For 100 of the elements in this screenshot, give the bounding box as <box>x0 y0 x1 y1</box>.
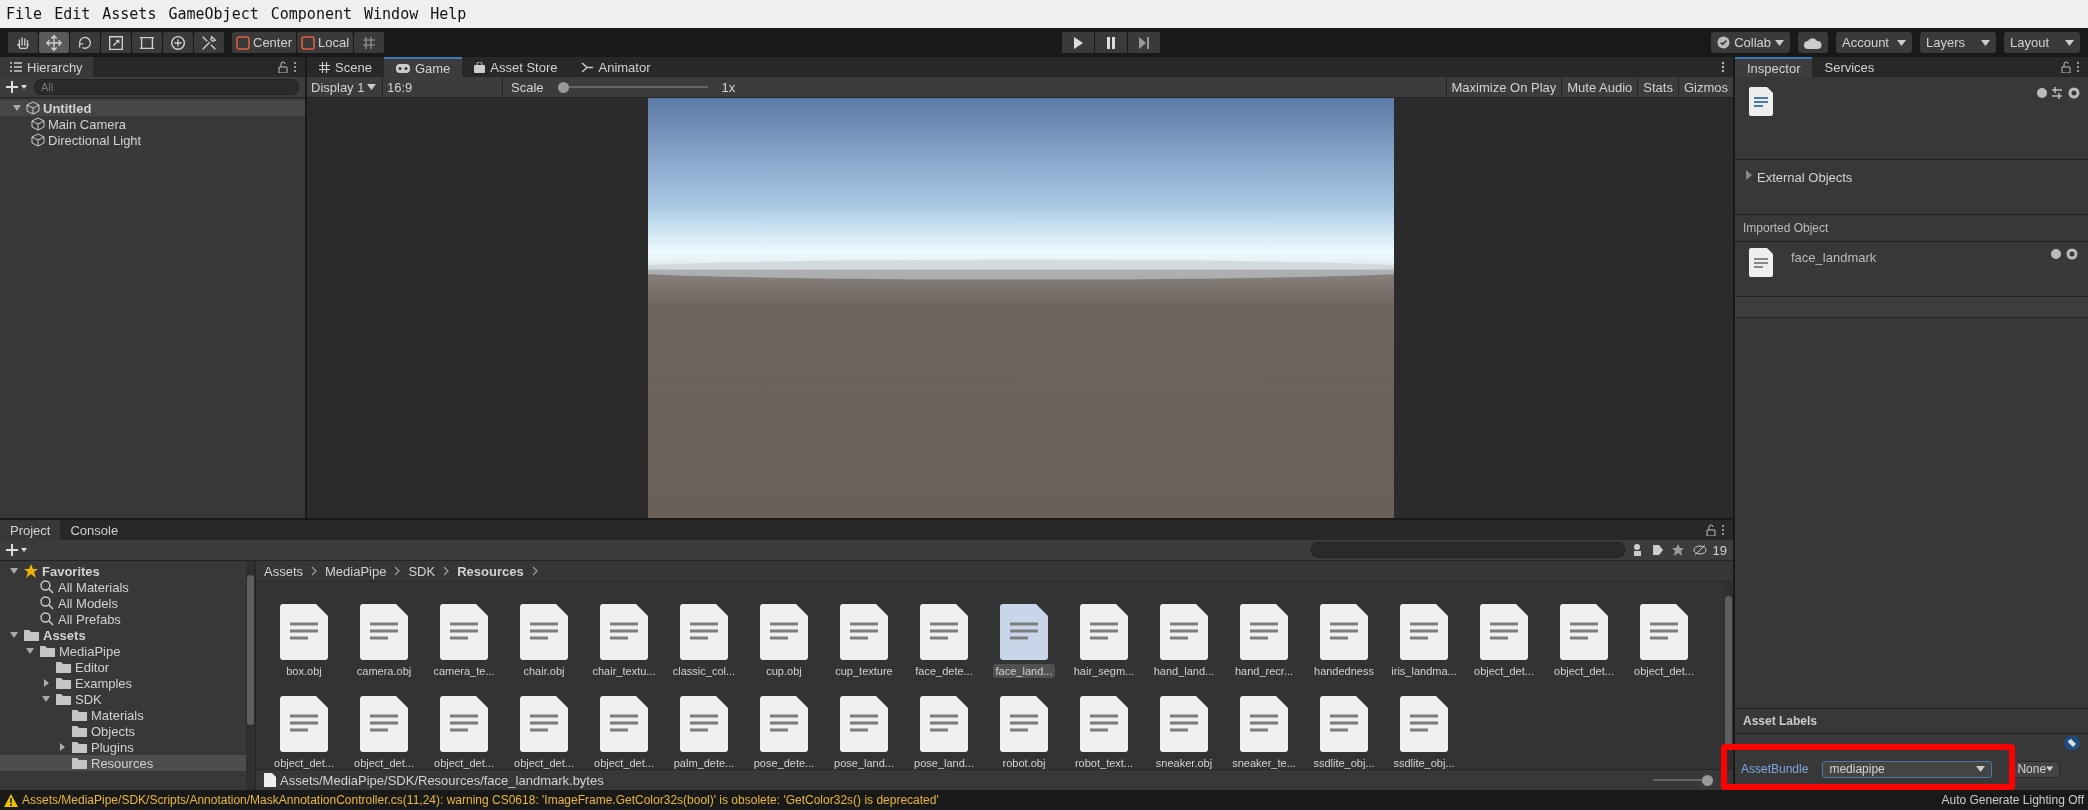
tool-button[interactable] <box>194 32 224 53</box>
aspect-dropdown[interactable]: 16:9 <box>383 77 503 97</box>
file-icon[interactable] <box>1160 696 1208 752</box>
tree-item[interactable]: All Models <box>58 595 118 611</box>
tree-item[interactable]: Plugins <box>91 739 134 755</box>
tree-item[interactable]: Favorites <box>42 563 100 579</box>
view-tab[interactable]: Asset Store <box>462 57 570 77</box>
tool-button[interactable] <box>39 32 69 53</box>
expand-arrow-icon[interactable] <box>24 647 36 655</box>
grid-snap-button[interactable] <box>354 32 385 53</box>
file-icon[interactable] <box>920 696 968 752</box>
scrollbar[interactable] <box>246 561 255 790</box>
file-icon[interactable] <box>1320 696 1368 752</box>
expand-arrow-icon[interactable] <box>11 104 23 112</box>
game-view-button[interactable]: Mute Audio <box>1561 77 1638 97</box>
tag-icon[interactable] <box>2064 736 2080 750</box>
file-icon[interactable] <box>680 604 728 660</box>
file-icon[interactable] <box>1320 604 1368 660</box>
file-icon[interactable] <box>1160 604 1208 660</box>
menu-item[interactable]: File <box>6 5 43 23</box>
file-icon[interactable] <box>1080 696 1128 752</box>
expand-arrow-icon[interactable] <box>8 567 20 575</box>
scrollbar[interactable] <box>1724 582 1733 769</box>
hierarchy-item[interactable]: Directional Light <box>48 132 142 148</box>
menu-item[interactable]: Window <box>364 5 419 23</box>
file-icon[interactable] <box>1000 604 1048 660</box>
pause-button[interactable] <box>1095 32 1128 53</box>
file-icon[interactable] <box>760 696 808 752</box>
expand-arrow-icon[interactable] <box>40 695 52 703</box>
menu-item[interactable]: Component <box>270 5 353 23</box>
file-icon[interactable] <box>1240 604 1288 660</box>
toolbar-dropdown[interactable]: Layout <box>2004 32 2080 53</box>
inspector-tab[interactable]: Inspector <box>1735 57 1813 77</box>
tree-item[interactable]: SDK <box>75 691 102 707</box>
tree-item[interactable]: Editor <box>75 659 109 675</box>
tool-button[interactable] <box>163 32 193 53</box>
hierarchy-item[interactable]: Untitled <box>43 100 92 116</box>
menu-item[interactable]: Edit <box>54 5 91 23</box>
file-icon[interactable] <box>1400 696 1448 752</box>
tool-button[interactable] <box>132 32 162 53</box>
tree-item[interactable]: All Prefabs <box>58 611 121 627</box>
toolbar-dropdown[interactable]: Layers <box>1920 32 1996 53</box>
header-icons[interactable] <box>2036 87 2080 99</box>
file-icon[interactable] <box>1480 604 1528 660</box>
menu-item[interactable]: GameObject <box>168 5 259 23</box>
tree-item[interactable]: All Materials <box>58 579 129 595</box>
view-tab[interactable]: Game <box>383 57 463 77</box>
menu-item[interactable]: Assets <box>102 5 157 23</box>
file-icon[interactable] <box>1640 604 1688 660</box>
search-field[interactable] <box>1310 542 1625 558</box>
file-icon[interactable] <box>360 696 408 752</box>
play-button[interactable] <box>1062 32 1095 53</box>
collab-dropdown[interactable]: Collab <box>1711 32 1790 53</box>
tool-button[interactable] <box>70 32 100 53</box>
tool-button[interactable] <box>101 32 131 53</box>
expand-arrow-icon[interactable] <box>8 631 20 639</box>
status-message[interactable]: Assets/MediaPipe/SDK/Scripts/Annotation/MaskAnnotationController.cs(11,24): warning CS0618: 'ImageFrame.GetColor32s(bool)' is obsolete: 'GetColor32s() is deprecated' <box>22 793 939 807</box>
add-icon[interactable] <box>6 81 28 93</box>
toolbar-dropdown[interactable]: Account <box>1836 32 1912 53</box>
add-icon[interactable] <box>6 544 28 556</box>
hierarchy-item[interactable]: Main Camera <box>48 116 127 132</box>
file-icon[interactable] <box>600 696 648 752</box>
tree-item[interactable]: MediaPipe <box>59 643 121 659</box>
file-icon[interactable] <box>360 604 408 660</box>
asset-bundle-dropdown[interactable]: mediapipe <box>1822 760 1993 778</box>
pivot-button[interactable]: Local <box>297 32 354 53</box>
file-icon[interactable] <box>520 696 568 752</box>
header-icons[interactable] <box>2050 248 2080 260</box>
game-view-button[interactable]: Stats <box>1637 77 1678 97</box>
game-view-button[interactable]: Maximize On Play <box>1445 77 1562 97</box>
display-dropdown[interactable]: Display 1 <box>307 77 383 97</box>
panel-tab[interactable]: Project <box>0 520 61 540</box>
tree-item[interactable]: Assets <box>43 627 86 643</box>
tree-item[interactable]: Examples <box>75 675 133 691</box>
file-icon[interactable] <box>760 604 808 660</box>
file-icon[interactable] <box>440 604 488 660</box>
breadcrumb-item[interactable]: SDK <box>408 563 436 579</box>
file-icon[interactable] <box>280 604 328 660</box>
tree-item[interactable]: Materials <box>91 707 144 723</box>
file-icon[interactable] <box>280 696 328 752</box>
breadcrumb-item[interactable]: Assets <box>264 563 303 579</box>
pivot-button[interactable]: Center <box>232 32 297 53</box>
tool-button[interactable] <box>8 32 38 53</box>
file-icon[interactable] <box>1080 604 1128 660</box>
tree-item[interactable]: Objects <box>91 723 136 739</box>
file-icon[interactable] <box>1240 696 1288 752</box>
inspector-tab[interactable]: Services <box>1812 57 1887 77</box>
hierarchy-tab[interactable]: Hierarchy <box>0 57 93 77</box>
file-icon[interactable] <box>600 604 648 660</box>
file-icon[interactable] <box>440 696 488 752</box>
panel-tab[interactable]: Console <box>60 520 129 540</box>
step-button[interactable] <box>1128 32 1161 53</box>
breadcrumb-item[interactable]: MediaPipe <box>325 563 387 579</box>
file-icon[interactable] <box>520 604 568 660</box>
search-field[interactable]: All <box>34 79 299 95</box>
file-icon[interactable] <box>1560 604 1608 660</box>
view-tab[interactable]: Animator <box>569 57 663 77</box>
file-icon[interactable] <box>920 604 968 660</box>
more-icon[interactable] <box>1721 61 1725 73</box>
menu-item[interactable]: Help <box>430 5 467 23</box>
